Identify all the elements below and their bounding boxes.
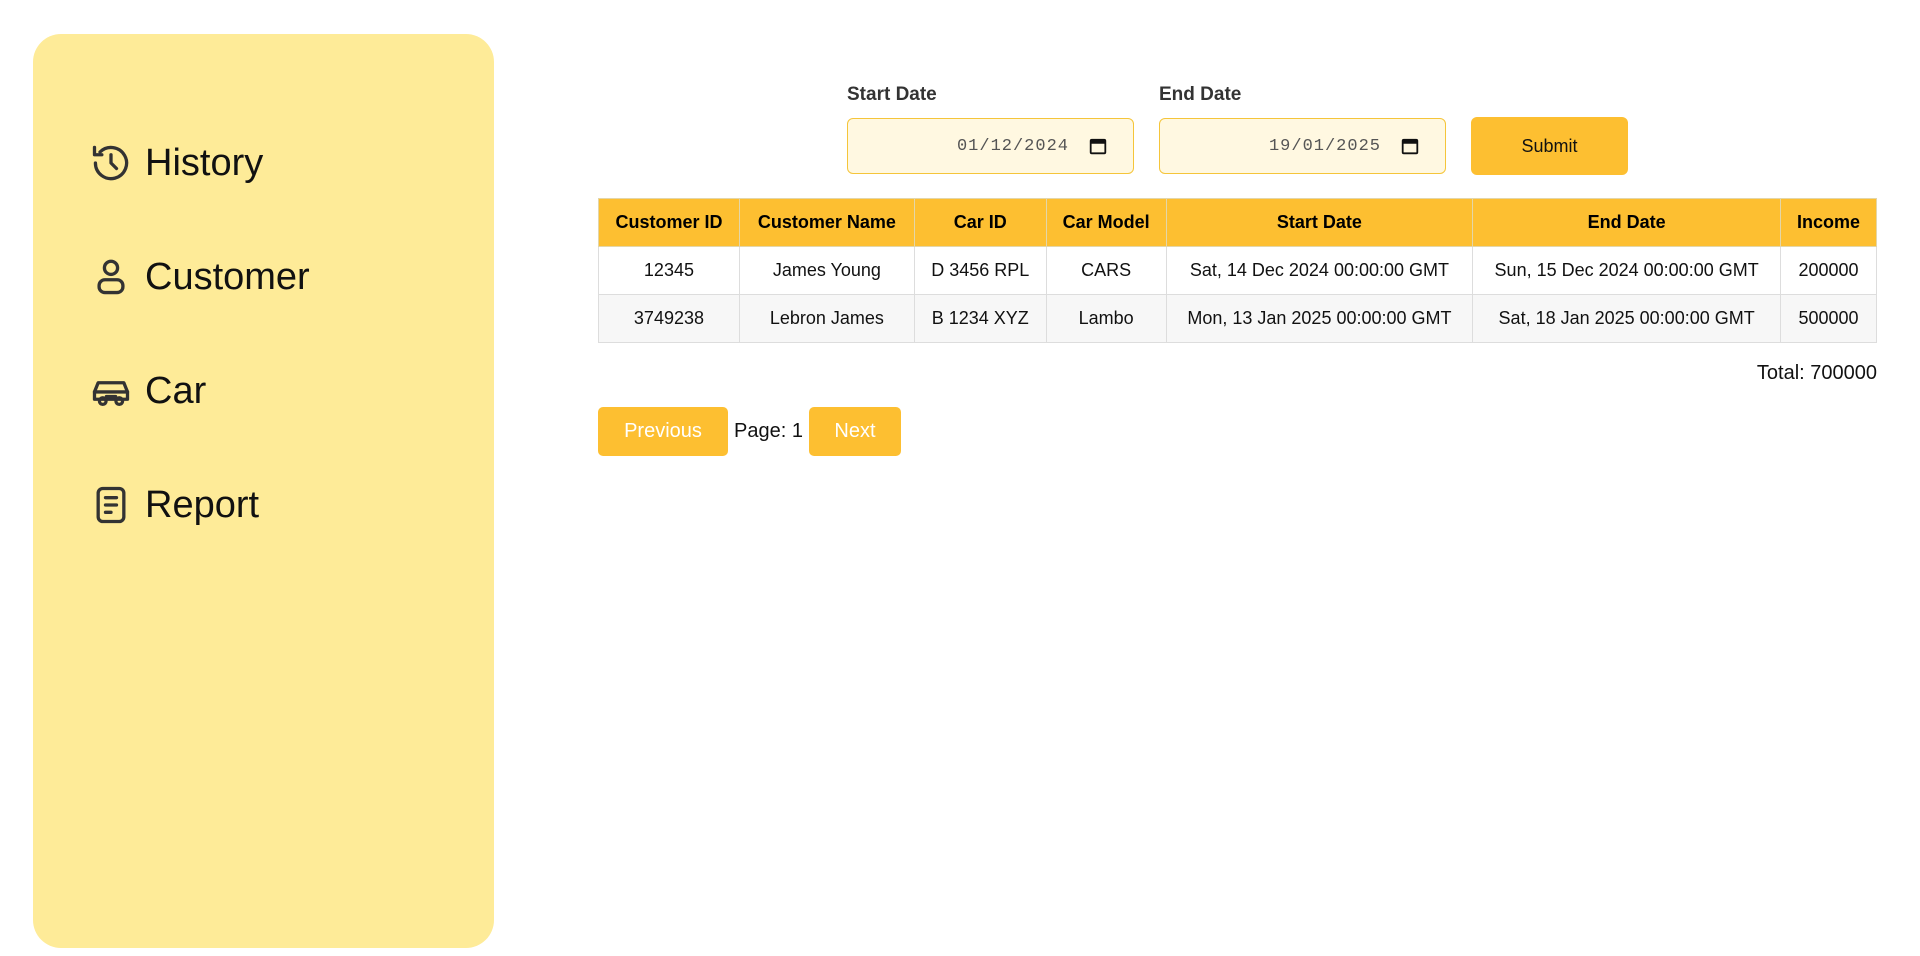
column-header: Start Date [1165,198,1474,247]
column-header: Income [1779,198,1878,247]
table-cell: D 3456 RPL [913,246,1047,295]
column-header: Car ID [913,198,1047,247]
sidebar-item-label: Report [145,483,260,526]
pagination: Previous Page: 1 Next [598,407,901,456]
report-table: Customer ID Customer Name Car ID Car Mod… [598,198,1878,343]
sidebar-item-label: History [145,141,264,184]
table-cell: Lambo [1045,294,1167,343]
user-icon [87,253,135,301]
table-cell: James Young [738,246,915,295]
sidebar-item-label: Car [145,369,207,412]
previous-button[interactable]: Previous [598,407,728,456]
start-date-input[interactable]: 01/12/2024 [847,118,1134,174]
table-cell: Mon, 13 Jan 2025 00:00:00 GMT [1165,294,1474,343]
table-cell: CARS [1045,246,1167,295]
end-date-label: End Date [1159,84,1242,105]
sidebar-item-label: Customer [145,255,310,298]
table-cell: 200000 [1779,246,1878,295]
table-cell: Lebron James [738,294,915,343]
history-icon [87,139,135,187]
table-cell: Sun, 15 Dec 2024 00:00:00 GMT [1472,246,1781,295]
column-header: End Date [1472,198,1781,247]
column-header: Car Model [1045,198,1167,247]
calendar-icon[interactable] [1089,137,1107,155]
app-root: History Customer Car Report Start Date 0… [0,0,1920,956]
page-indicator: Page: 1 [734,420,803,442]
end-date-input[interactable]: 19/01/2025 [1159,118,1446,174]
table-cell: Sat, 18 Jan 2025 00:00:00 GMT [1472,294,1781,343]
report-icon [87,481,135,529]
column-header: Customer Name [738,198,915,247]
start-date-label: Start Date [847,84,937,105]
table-row: 12345 James Young D 3456 RPL CARS Sat, 1… [598,246,1878,295]
date-filter-form: Start Date 01/12/2024 End Date 19/01/202… [847,84,1628,175]
column-header: Customer ID [598,198,740,247]
start-date-value: 01/12/2024 [956,136,1069,156]
sidebar: History Customer Car Report [33,34,494,948]
table-cell: B 1234 XYZ [913,294,1047,343]
sidebar-item-car[interactable]: Car [33,334,494,448]
table-cell: 3749238 [598,294,740,343]
end-date-value: 19/01/2025 [1268,136,1381,156]
start-date-field: Start Date 01/12/2024 [847,84,1134,174]
sidebar-item-customer[interactable]: Customer [33,220,494,334]
car-icon [87,367,135,415]
table-cell: 500000 [1779,294,1878,343]
next-button[interactable]: Next [808,407,901,456]
table-header-row: Customer ID Customer Name Car ID Car Mod… [598,198,1878,247]
submit-button[interactable]: Submit [1471,117,1628,175]
table-cell: Sat, 14 Dec 2024 00:00:00 GMT [1165,246,1474,295]
sidebar-item-report[interactable]: Report [33,448,494,562]
main-content: Start Date 01/12/2024 End Date 19/01/202… [598,0,1878,956]
table-row: 3749238 Lebron James B 1234 XYZ Lambo Mo… [598,294,1878,343]
sidebar-item-history[interactable]: History [33,106,494,220]
calendar-icon[interactable] [1401,137,1419,155]
end-date-field: End Date 19/01/2025 [1159,84,1446,174]
total-income: Total: 700000 [1756,362,1877,384]
table-cell: 12345 [598,246,740,295]
